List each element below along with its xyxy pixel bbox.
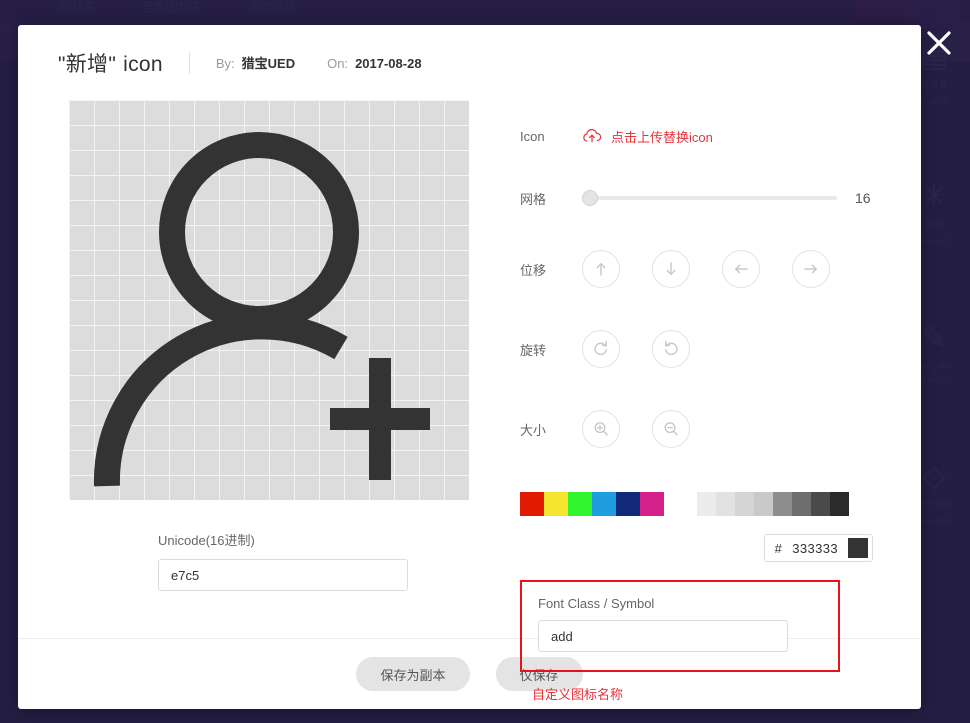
- grid-size-slider[interactable]: [582, 190, 837, 206]
- move-row-label: 位移: [520, 262, 547, 278]
- icon-preview-pane: Unicode(16进制): [58, 100, 469, 638]
- gray-swatch[interactable]: [830, 492, 849, 516]
- slider-thumb[interactable]: [582, 190, 598, 206]
- gray-swatch[interactable]: [811, 492, 830, 516]
- modal-title-quoted: "新增": [58, 52, 117, 76]
- magnifier-minus-icon: [664, 422, 678, 436]
- size-row-label: 大小: [520, 422, 547, 438]
- modal-body: Unicode(16进制) Icon 点击上传替换icon 网格: [18, 100, 921, 702]
- grid-row-label: 网格: [520, 191, 547, 207]
- move-down-button[interactable]: [652, 250, 690, 288]
- hex-hash-symbol: #: [774, 540, 783, 556]
- arrow-right-icon: [804, 264, 817, 274]
- gray-swatch[interactable]: [754, 492, 773, 516]
- header-divider: [188, 51, 190, 74]
- upload-replace-icon-label: 点击上传替换icon: [611, 129, 713, 145]
- color-swatch[interactable]: [544, 492, 568, 516]
- move-up-button[interactable]: [582, 250, 620, 288]
- cloud-upload-icon: [583, 129, 602, 143]
- move-right-button[interactable]: [792, 250, 830, 288]
- icon-controls-pane: Icon 点击上传替换icon 网格 16 位移 旋转 大小 # 333333 …: [468, 100, 881, 702]
- page-title: "新增" icon: [58, 48, 163, 78]
- gray-swatch[interactable]: [716, 492, 735, 516]
- color-swatch[interactable]: [568, 492, 592, 516]
- unicode-input[interactable]: [158, 559, 408, 591]
- color-swatch[interactable]: [520, 492, 544, 516]
- move-row: 位移: [520, 250, 881, 288]
- color-palette: [520, 492, 881, 516]
- author-label: By:: [215, 56, 235, 71]
- icon-canvas[interactable]: [69, 100, 469, 500]
- color-swatch[interactable]: [640, 492, 664, 516]
- icon-upload-row: Icon 点击上传替换icon: [520, 118, 881, 154]
- arrow-up-icon: [596, 263, 606, 276]
- unicode-field-group: Unicode(16进制): [158, 530, 468, 591]
- gray-swatch[interactable]: [697, 492, 716, 516]
- hex-color-chip[interactable]: [848, 538, 868, 558]
- rotate-cw-icon: [594, 340, 607, 356]
- gray-swatch[interactable]: [792, 492, 811, 516]
- unicode-field-label: Unicode(16进制): [158, 533, 255, 548]
- close-modal-button[interactable]: [914, 18, 964, 68]
- hex-color-input[interactable]: # 333333: [763, 534, 873, 562]
- date-label: On:: [327, 56, 349, 71]
- close-icon: [927, 31, 951, 55]
- color-swatches: [520, 492, 664, 516]
- rotate-row-label: 旋转: [520, 342, 547, 358]
- move-left-button[interactable]: [722, 250, 760, 288]
- modal-meta: By: 猎宝UED On: 2017-08-28: [216, 53, 422, 72]
- slider-track: [582, 196, 837, 200]
- person-add-icon: [93, 132, 430, 487]
- rotate-counterclockwise-button[interactable]: [652, 330, 690, 368]
- gray-swatch[interactable]: [678, 492, 697, 516]
- author-value: 猎宝UED: [241, 56, 296, 71]
- font-class-annotation: 自定义图标名称: [532, 687, 624, 702]
- rotate-ccw-icon: [665, 340, 678, 356]
- grid-size-value: 16: [855, 190, 871, 206]
- hex-color-row: # 333333: [520, 534, 881, 562]
- font-class-highlight-box: Font Class / Symbol: [520, 580, 840, 672]
- color-swatch[interactable]: [616, 492, 640, 516]
- grid-size-row: 网格 16: [520, 180, 881, 216]
- save-as-copy-button[interactable]: 保存为副本: [356, 657, 470, 691]
- rotate-row: 旋转: [520, 330, 881, 368]
- meta-date: On: 2017-08-28: [327, 56, 421, 71]
- edit-icon-modal: "新增" icon By: 猎宝UED On: 2017-08-28 Unico…: [18, 25, 921, 709]
- date-value: 2017-08-28: [355, 56, 422, 71]
- modal-header: "新增" icon By: 猎宝UED On: 2017-08-28: [18, 25, 921, 100]
- arrow-left-icon: [735, 264, 748, 274]
- upload-replace-icon-button[interactable]: 点击上传替换icon: [582, 127, 713, 146]
- icon-row-label: Icon: [520, 128, 545, 144]
- gray-swatch[interactable]: [773, 492, 792, 516]
- modal-title-suffix: icon: [123, 52, 163, 76]
- hex-color-value: 333333: [792, 540, 838, 556]
- grayscale-swatches: [678, 492, 849, 516]
- font-class-input[interactable]: [538, 620, 788, 652]
- color-swatch[interactable]: [592, 492, 616, 516]
- gray-swatch[interactable]: [735, 492, 754, 516]
- arrow-down-icon: [666, 262, 676, 275]
- size-row: 大小: [520, 410, 881, 448]
- magnifier-plus-icon: [594, 422, 608, 436]
- meta-author: By: 猎宝UED: [216, 53, 295, 72]
- zoom-out-button[interactable]: [652, 410, 690, 448]
- rotate-clockwise-button[interactable]: [582, 330, 620, 368]
- zoom-in-button[interactable]: [582, 410, 620, 448]
- font-class-label: Font Class / Symbol: [538, 596, 655, 611]
